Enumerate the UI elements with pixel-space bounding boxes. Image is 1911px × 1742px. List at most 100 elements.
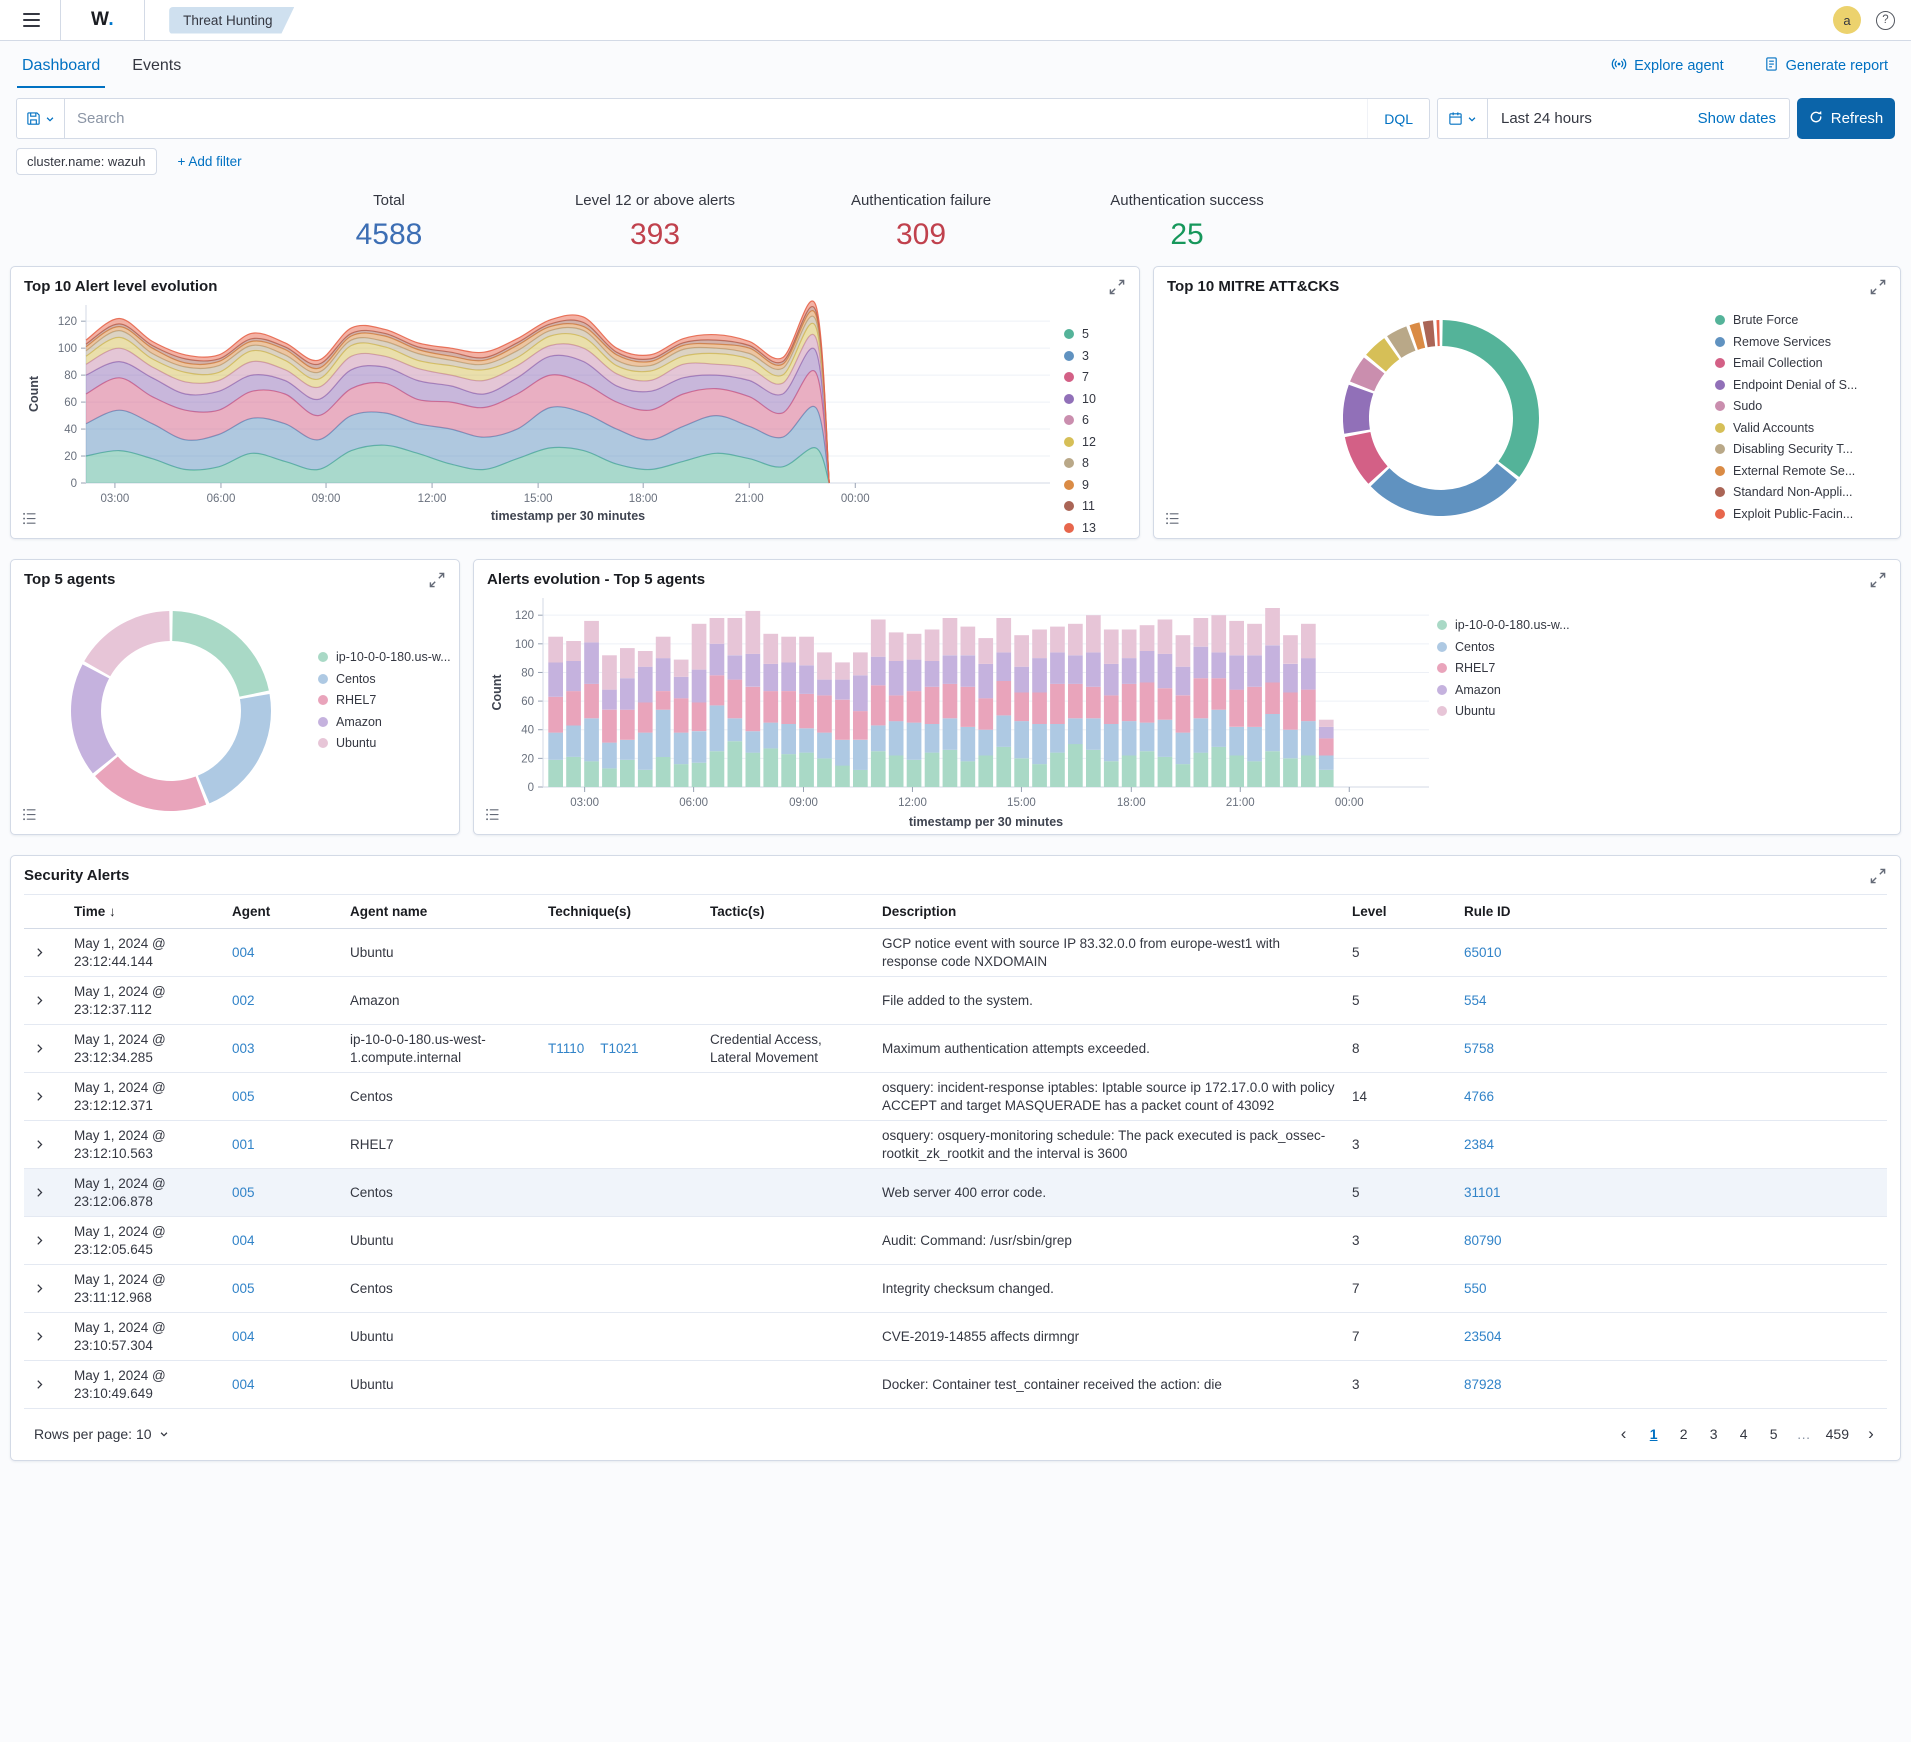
legend-item[interactable]: Disabling Security T... (1715, 442, 1887, 456)
legend-item[interactable]: 9 (1064, 478, 1120, 492)
agent-id-link[interactable]: 005 (232, 1281, 255, 1296)
agent-id-link[interactable]: 004 (232, 1233, 255, 1248)
legend-item[interactable]: Ubuntu (1437, 704, 1609, 718)
legend-item[interactable]: Sudo (1715, 399, 1887, 413)
expand-panel-icon[interactable] (1107, 277, 1127, 300)
column-header-techniques[interactable]: Technique(s) (540, 895, 702, 929)
rule-id-link[interactable]: 5758 (1464, 1041, 1494, 1056)
legend-item[interactable]: Centos (1437, 640, 1609, 654)
tab-dashboard[interactable]: Dashboard (17, 44, 105, 88)
column-header-tactics[interactable]: Tactic(s) (702, 895, 874, 929)
rule-id-link[interactable]: 554 (1464, 993, 1487, 1008)
legend-item[interactable]: Standard Non-Appli... (1715, 485, 1887, 499)
rule-id-link[interactable]: 23504 (1464, 1329, 1502, 1344)
legend-item[interactable]: Brute Force (1715, 313, 1887, 327)
legend-item[interactable]: 13 (1064, 521, 1120, 535)
rule-id-link[interactable]: 87928 (1464, 1377, 1502, 1392)
legend-item[interactable]: 11 (1064, 499, 1120, 513)
legend-item[interactable]: 8 (1064, 456, 1120, 470)
tab-events[interactable]: Events (127, 44, 186, 88)
legend-item[interactable]: External Remote Se... (1715, 464, 1887, 478)
expand-panel-icon[interactable] (1868, 866, 1888, 889)
add-filter-button[interactable]: + Add filter (172, 153, 248, 170)
legend-item[interactable]: 5 (1064, 327, 1120, 341)
inspect-panel-icon[interactable] (1163, 509, 1182, 531)
legend-item[interactable]: RHEL7 (1437, 661, 1609, 675)
agent-id-link[interactable]: 003 (232, 1041, 255, 1056)
legend-item[interactable]: Amazon (318, 715, 446, 729)
search-input[interactable] (65, 99, 1367, 138)
column-header-agent_name[interactable]: Agent name (342, 895, 540, 929)
expand-panel-icon[interactable] (1868, 570, 1888, 593)
column-header-rule_id[interactable]: Rule ID (1456, 895, 1584, 929)
legend-item[interactable]: 7 (1064, 370, 1120, 384)
calendar-button[interactable] (1438, 99, 1488, 138)
legend-item[interactable]: Remove Services (1715, 335, 1887, 349)
agent-id-link[interactable]: 004 (232, 945, 255, 960)
legend-item[interactable]: 3 (1064, 349, 1120, 363)
agent-id-link[interactable]: 004 (232, 1329, 255, 1344)
inspect-panel-icon[interactable] (483, 805, 502, 827)
generate-report-button[interactable]: Generate report (1758, 55, 1894, 77)
legend-item[interactable]: Endpoint Denial of S... (1715, 378, 1887, 392)
page-button-5[interactable]: 5 (1762, 1421, 1786, 1447)
rule-id-link[interactable]: 550 (1464, 1281, 1487, 1296)
show-dates-button[interactable]: Show dates (1692, 99, 1789, 138)
column-header-agent[interactable]: Agent (224, 895, 342, 929)
legend-item[interactable]: ip-10-0-0-180.us-w... (318, 650, 446, 664)
legend-item[interactable]: Centos (318, 672, 446, 686)
explore-agent-button[interactable]: Explore agent (1605, 55, 1729, 77)
legend-item[interactable]: Exploit Public-Facin... (1715, 507, 1887, 521)
rule-id-link[interactable]: 65010 (1464, 945, 1502, 960)
legend-item[interactable]: Amazon (1437, 683, 1609, 697)
legend-item[interactable]: 6 (1064, 413, 1120, 427)
expand-row-button[interactable] (32, 1089, 47, 1104)
page-button-4[interactable]: 4 (1732, 1421, 1756, 1447)
breadcrumb[interactable]: Threat Hunting (169, 7, 294, 34)
page-button-3[interactable]: 3 (1702, 1421, 1726, 1447)
expand-row-button[interactable] (32, 1233, 47, 1248)
wazuh-logo[interactable]: W. (60, 0, 145, 40)
rule-id-link[interactable]: 31101 (1464, 1185, 1501, 1200)
agent-id-link[interactable]: 002 (232, 993, 255, 1008)
column-header-time[interactable]: Time ↓ (66, 895, 224, 929)
legend-item[interactable]: 10 (1064, 392, 1120, 406)
technique-link[interactable]: T1110 (548, 1041, 584, 1056)
expand-row-button[interactable] (32, 945, 47, 960)
expand-panel-icon[interactable] (427, 570, 447, 593)
inspect-panel-icon[interactable] (20, 509, 39, 531)
legend-item[interactable]: 12 (1064, 435, 1120, 449)
expand-row-button[interactable] (32, 1281, 47, 1296)
column-header-description[interactable]: Description (874, 895, 1344, 929)
rule-id-link[interactable]: 80790 (1464, 1233, 1502, 1248)
dql-selector[interactable]: DQL (1367, 99, 1429, 138)
column-header-level[interactable]: Level (1344, 895, 1456, 929)
page-button-2[interactable]: 2 (1672, 1421, 1696, 1447)
save-query-button[interactable] (17, 99, 65, 138)
next-page-button[interactable]: › (1859, 1421, 1883, 1447)
legend-item[interactable]: RHEL7 (318, 693, 446, 707)
expand-row-button[interactable] (32, 1185, 47, 1200)
expand-row-button[interactable] (32, 1329, 47, 1344)
help-icon[interactable]: ? (1876, 11, 1895, 30)
menu-icon[interactable] (12, 0, 50, 40)
avatar[interactable]: a (1833, 6, 1861, 34)
page-button-459[interactable]: 459 (1822, 1421, 1853, 1447)
expand-row-button[interactable] (32, 1137, 47, 1152)
expand-panel-icon[interactable] (1868, 277, 1888, 300)
previous-page-button[interactable]: ‹ (1612, 1421, 1636, 1447)
legend-item[interactable]: ip-10-0-0-180.us-w... (1437, 618, 1609, 632)
refresh-button[interactable]: Refresh (1797, 98, 1895, 139)
agent-id-link[interactable]: 001 (232, 1137, 255, 1152)
rule-id-link[interactable]: 4766 (1464, 1089, 1494, 1104)
inspect-panel-icon[interactable] (20, 805, 39, 827)
rule-id-link[interactable]: 2384 (1464, 1137, 1494, 1152)
expand-row-button[interactable] (32, 1041, 47, 1056)
agent-id-link[interactable]: 005 (232, 1185, 255, 1200)
expand-row-button[interactable] (32, 993, 47, 1008)
rows-per-page-selector[interactable]: Rows per page: 10 (28, 1425, 175, 1443)
expand-row-button[interactable] (32, 1377, 47, 1392)
legend-item[interactable]: Ubuntu (318, 736, 446, 750)
legend-item[interactable]: Valid Accounts (1715, 421, 1887, 435)
technique-link[interactable]: T1021 (600, 1041, 638, 1056)
